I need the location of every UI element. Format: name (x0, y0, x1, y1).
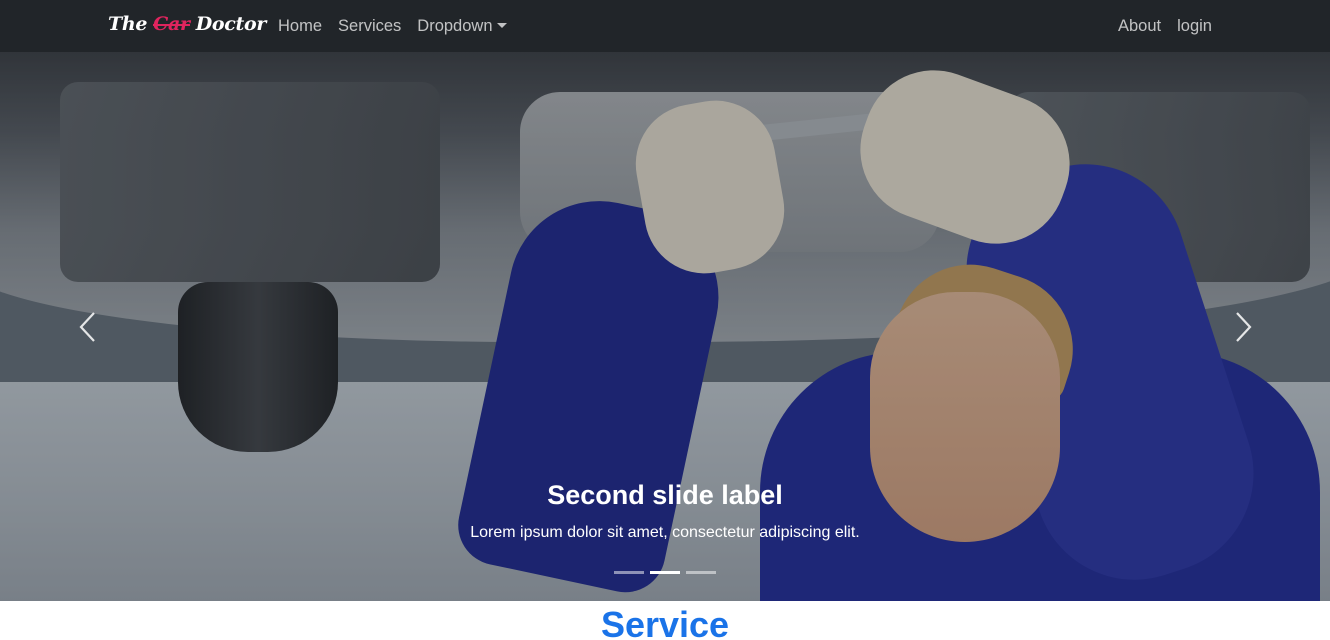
nav-link-services[interactable]: Services (338, 17, 401, 36)
carousel-next-button[interactable] (1155, 52, 1330, 601)
nav-right: About login (1102, 0, 1212, 52)
brand-word-doctor: Doctor (195, 13, 267, 35)
brand-word-the: The (108, 13, 148, 35)
navbar: The Car Doctor Home Services Dropdown Ab… (0, 0, 1330, 52)
chevron-left-icon (78, 311, 95, 342)
nav-link-login[interactable]: login (1177, 17, 1212, 36)
carousel-caption-title: Second slide label (547, 480, 783, 510)
nav-left: Home Services Dropdown (278, 0, 523, 52)
brand-logo[interactable]: The Car Doctor (108, 9, 266, 39)
nav-dropdown-toggle[interactable]: Dropdown (417, 16, 507, 36)
nav-dropdown-label: Dropdown (417, 16, 493, 35)
nav-link-home[interactable]: Home (278, 17, 322, 36)
hero-carousel: Second slide label Lorem ipsum dolor sit… (0, 52, 1330, 601)
brand-word-car: Car (153, 13, 190, 35)
slide-image-mechanic (0, 52, 1330, 601)
nav-link-about[interactable]: About (1118, 17, 1161, 36)
carousel-indicator-3[interactable] (686, 571, 716, 574)
carousel-indicator-2[interactable] (650, 571, 680, 574)
chevron-right-icon (1235, 311, 1252, 342)
carousel-caption-text: Lorem ipsum dolor sit amet, consectetur … (470, 524, 860, 541)
caret-down-icon (496, 22, 507, 28)
carousel-indicator-1[interactable] (614, 571, 644, 574)
carousel-indicators (0, 571, 1330, 574)
section-title-service: Service (600, 604, 730, 640)
carousel-prev-button[interactable] (0, 52, 175, 601)
